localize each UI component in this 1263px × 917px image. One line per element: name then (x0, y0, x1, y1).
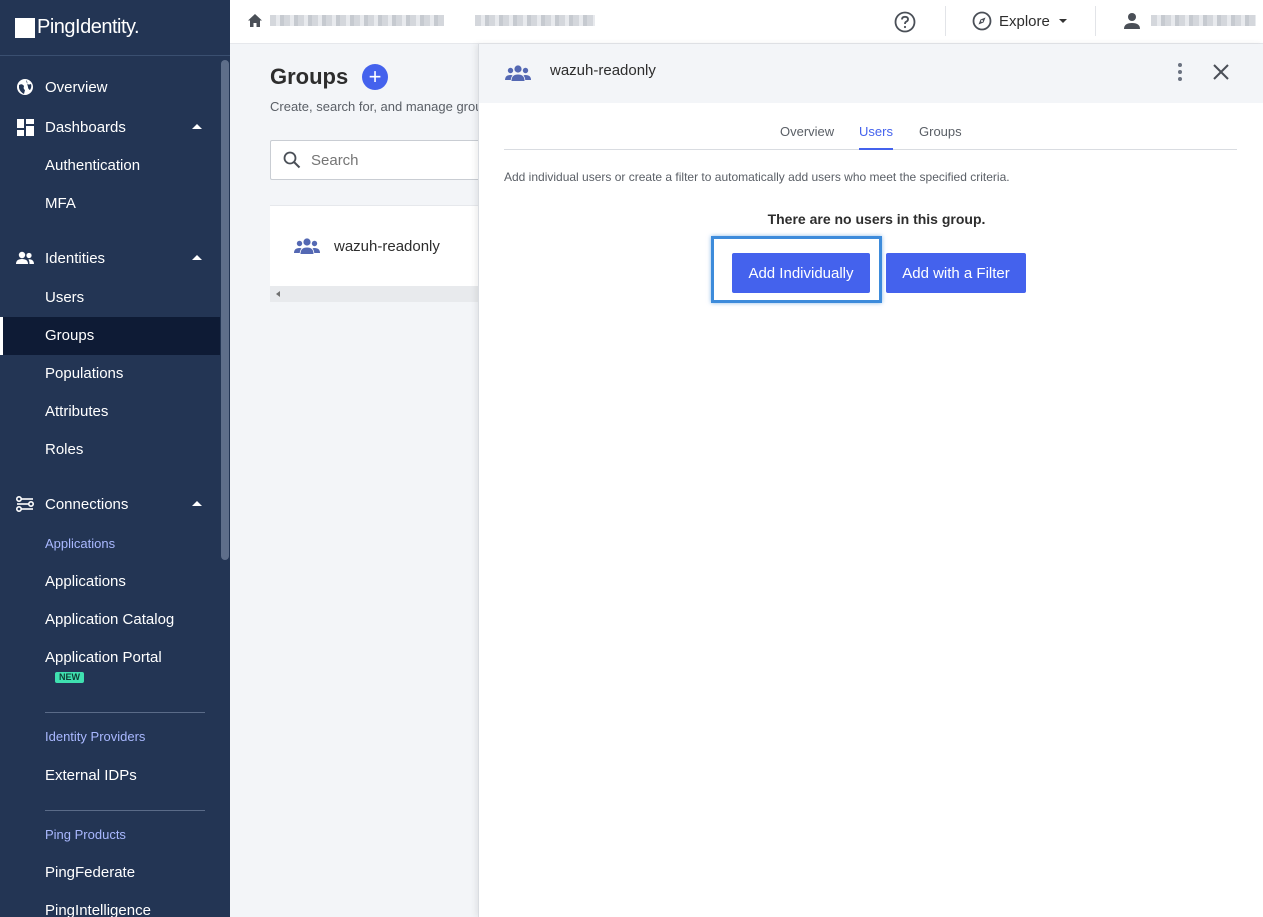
group-icon (294, 237, 320, 255)
sidebar-item-connections[interactable]: Connections (0, 491, 220, 517)
sidebar: PingIdentity. Overview Dashboards Authen… (0, 0, 230, 917)
search-field[interactable] (270, 140, 480, 180)
explore-menu[interactable]: Explore (972, 11, 1067, 31)
tab-groups[interactable]: Groups (919, 124, 962, 150)
panel-tabs: Overview Users Groups (504, 124, 1237, 150)
new-badge: NEW (55, 672, 84, 683)
group-name: wazuh-readonly (334, 237, 440, 255)
section-label-identity-providers: Identity Providers (45, 729, 146, 744)
horizontal-scrollbar[interactable] (270, 286, 480, 302)
breadcrumb-redacted (270, 15, 444, 26)
search-icon (283, 151, 301, 169)
sidebar-item-users[interactable]: Users (45, 289, 84, 306)
dashboard-icon (15, 117, 35, 137)
logo-mark-icon (15, 17, 35, 38)
group-list-item[interactable]: wazuh-readonly (270, 205, 480, 286)
sidebar-item-application-catalog[interactable]: Application Catalog (45, 611, 174, 628)
caret-down-icon (1058, 19, 1067, 23)
sidebar-item-application-portal[interactable]: Application Portal (45, 649, 162, 666)
sidebar-item-pingintelligence[interactable]: PingIntelligence (45, 902, 151, 917)
sidebar-item-label: Identities (45, 249, 106, 267)
sidebar-item-external-idps[interactable]: External IDPs (45, 767, 137, 784)
more-options-icon[interactable] (1169, 61, 1191, 83)
page-title: Groups (270, 64, 349, 89)
people-icon (15, 248, 35, 268)
search-input[interactable] (311, 151, 461, 169)
sidebar-item-roles[interactable]: Roles (45, 441, 83, 458)
user-icon[interactable] (1123, 12, 1141, 30)
add-with-filter-button[interactable]: Add with a Filter (886, 253, 1026, 293)
active-item-highlight (0, 317, 220, 355)
sidebar-item-applications[interactable]: Applications (45, 573, 126, 590)
sidebar-scrollbar-thumb[interactable] (221, 60, 229, 560)
sidebar-item-overview[interactable]: Overview (0, 74, 220, 100)
chevron-up-icon[interactable] (192, 501, 202, 506)
compass-icon (972, 11, 992, 31)
chevron-up-icon[interactable] (192, 124, 202, 129)
topbar-divider (945, 6, 946, 36)
chevron-up-icon[interactable] (192, 255, 202, 260)
logo-text: PingIdentity. (37, 16, 140, 38)
username-redacted (1151, 15, 1256, 26)
sidebar-item-mfa[interactable]: MFA (45, 195, 76, 212)
section-label-ping-products: Ping Products (45, 827, 126, 842)
breadcrumb-redacted (475, 15, 595, 26)
sidebar-item-label: Dashboards (45, 118, 126, 136)
sidebar-item-groups[interactable]: Groups (45, 327, 94, 344)
tab-users[interactable]: Users (859, 124, 893, 150)
section-label-applications: Applications (45, 536, 116, 551)
topbar-divider (1095, 6, 1096, 36)
nav-divider (45, 810, 205, 811)
add-individually-button[interactable]: Add Individually (732, 253, 870, 293)
close-icon[interactable] (1210, 61, 1232, 83)
page-subtitle: Create, search for, and manage groups (270, 99, 478, 114)
scroll-left-icon[interactable] (276, 291, 280, 297)
home-icon[interactable] (247, 13, 263, 29)
panel-header: wazuh-readonly (479, 44, 1263, 103)
sidebar-item-attributes[interactable]: Attributes (45, 403, 108, 420)
panel-description: Add individual users or create a filter … (504, 170, 1010, 184)
sidebar-item-populations[interactable]: Populations (45, 365, 123, 382)
empty-state-message: There are no users in this group. (767, 211, 986, 227)
group-detail-panel: wazuh-readonly Overview Users Groups Add… (478, 44, 1263, 917)
tab-overview[interactable]: Overview (780, 124, 834, 150)
sidebar-item-label: Connections (45, 495, 129, 513)
ping-identity-logo[interactable]: PingIdentity. (0, 0, 230, 56)
panel-title: wazuh-readonly (550, 62, 656, 79)
globe-icon (15, 77, 35, 97)
top-bar: Explore (230, 0, 1263, 44)
explore-label: Explore (999, 12, 1050, 30)
connections-icon (15, 494, 35, 514)
sidebar-item-identities[interactable]: Identities (0, 245, 220, 271)
help-icon[interactable] (894, 11, 916, 33)
add-group-button[interactable]: + (362, 64, 388, 90)
nav-divider (45, 712, 205, 713)
group-icon (505, 64, 531, 82)
sidebar-item-pingfederate[interactable]: PingFederate (45, 864, 135, 881)
sidebar-item-label: Overview (45, 78, 108, 96)
sidebar-item-dashboards[interactable]: Dashboards (0, 114, 220, 140)
sidebar-item-authentication[interactable]: Authentication (45, 157, 140, 174)
